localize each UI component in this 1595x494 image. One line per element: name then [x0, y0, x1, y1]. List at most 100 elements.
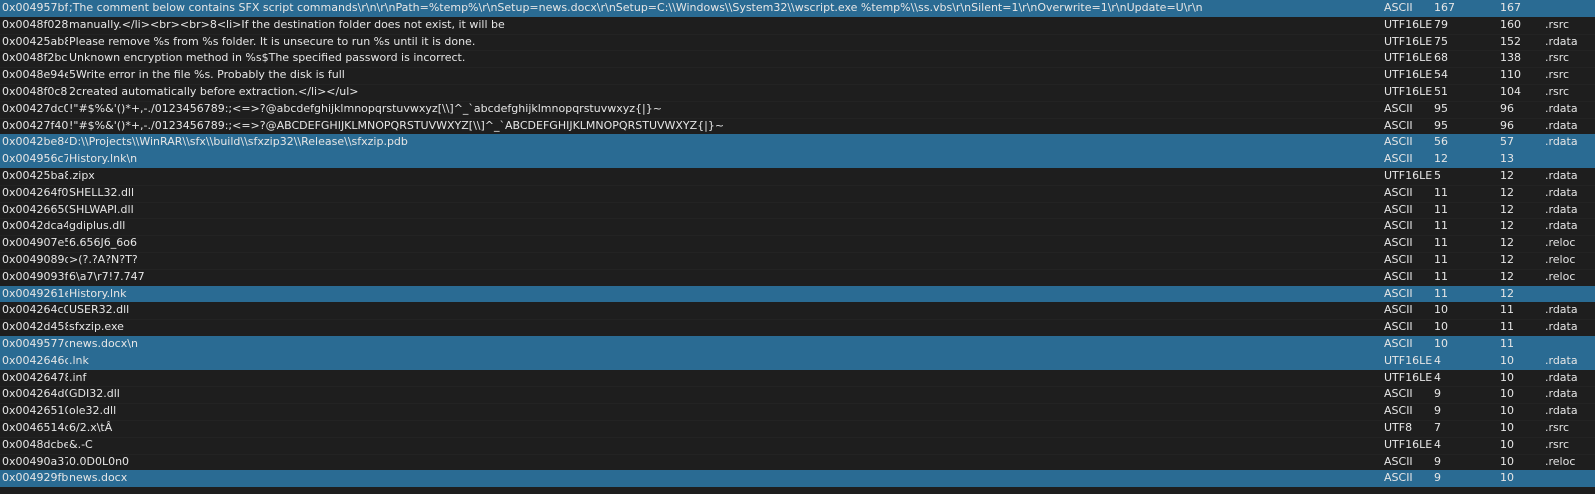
section-cell: .rdata: [1545, 202, 1578, 216]
section-cell: .rdata: [1545, 353, 1578, 367]
section-cell: .rdata: [1545, 320, 1578, 334]
table-row[interactable]: 0x004957bf ;The comment below contains SF…: [0, 0, 1595, 17]
string-cell: History.lnk\n: [69, 152, 138, 166]
length-cell: 11: [1434, 286, 1448, 300]
section-cell: .rsrc: [1545, 17, 1570, 31]
length-cell: 11: [1434, 252, 1448, 266]
address-cell: 0x0049093f: [2, 269, 68, 283]
string-cell: sfxzip.exe: [69, 320, 124, 334]
section-cell: .rdata: [1545, 303, 1578, 317]
length-cell: 75: [1434, 34, 1448, 48]
section-cell: .rdata: [1545, 34, 1578, 48]
string-cell: &.-C: [69, 437, 93, 451]
length-cell: 95: [1434, 101, 1448, 115]
string-cell: .lnk: [69, 353, 89, 367]
table-row[interactable]: 0x00426510 ole32.dll ASCII 9 10 .rdata: [0, 403, 1595, 420]
string-cell: news.docx: [69, 471, 128, 485]
table-row[interactable]: 0x00426478 .inf UTF16LE 4 10 .rdata: [0, 370, 1595, 387]
address-cell: 0x0048f0c8: [2, 84, 68, 98]
string-cell: ole32.dll: [69, 404, 117, 418]
section-cell: .rdata: [1545, 101, 1578, 115]
size-cell: 12: [1500, 252, 1514, 266]
string-cell: ;The comment below contains SFX script c…: [69, 1, 1203, 14]
length-cell: 4: [1434, 370, 1441, 384]
section-cell: .rsrc: [1545, 51, 1570, 65]
table-row[interactable]: 0x0048f2bc Unknown encryption method in %…: [0, 50, 1595, 67]
table-row[interactable]: 0x00426650 SHLWAPI.dll ASCII 11 12 .rdata: [0, 202, 1595, 219]
length-cell: 11: [1434, 269, 1448, 283]
table-row[interactable]: 0x0042dca4 gdiplus.dll ASCII 11 12 .rdata: [0, 218, 1595, 235]
table-row[interactable]: 0x00427dc0 !"#$%&'()*+,-./0123456789:;<=…: [0, 101, 1595, 118]
table-row[interactable]: 0x0049089d >(?.?A?N?T? ASCII 11 12 .reloc: [0, 252, 1595, 269]
size-cell: 10: [1500, 387, 1514, 401]
string-cell: 0.0D0L0n0: [69, 454, 130, 468]
address-cell: 0x004264c0: [2, 303, 68, 317]
section-cell: .rdata: [1545, 118, 1578, 132]
table-row[interactable]: 0x004264d0 GDI32.dll ASCII 9 10 .rdata: [0, 386, 1595, 403]
string-cell: .inf: [69, 370, 87, 384]
size-cell: 96: [1500, 101, 1514, 115]
section-cell: [1545, 336, 1595, 353]
table-row[interactable]: 0x0048f0c8 2created automatically before …: [0, 84, 1595, 101]
address-cell: 0x0042dca4: [2, 219, 68, 233]
size-cell: 160: [1500, 17, 1521, 31]
table-row[interactable]: 0x0042646c .lnk UTF16LE 4 10 .rdata: [0, 352, 1595, 370]
address-cell: 0x0049261e: [2, 286, 68, 300]
string-cell: manually.</li><br><br>8<li>If the destin…: [69, 17, 505, 31]
address-cell: 0x00426478: [2, 370, 68, 384]
size-cell: 12: [1500, 286, 1514, 300]
string-cell: GDI32.dll: [69, 387, 120, 401]
section-cell: .rsrc: [1545, 84, 1570, 98]
string-cell: 5Write error in the file %s. Probably th…: [69, 68, 345, 82]
address-cell: 0x004956c7: [2, 152, 68, 166]
string-cell: USER32.dll: [69, 303, 130, 317]
table-row[interactable]: 0x0042be84 D:\\Projects\\WinRAR\\sfx\\bui…: [0, 134, 1595, 152]
string-cell: SHELL32.dll: [69, 185, 135, 199]
table-row[interactable]: 0x0046514d 6/2.x\tÂ UTF8 7 10 .rsrc: [0, 420, 1595, 437]
table-row[interactable]: 0x00490a37 0.0D0L0n0 ASCII 9 10 .reloc: [0, 454, 1595, 471]
section-cell: [1545, 470, 1595, 487]
table-row[interactable]: 0x0048f028 manually.</li><br><br>8<li>If …: [0, 17, 1595, 34]
length-cell: 4: [1434, 437, 1441, 451]
table-row[interactable]: 0x0049093f 6\a7\r7!7.747 ASCII 11 12 .reloc: [0, 269, 1595, 286]
table-row[interactable]: 0x00425ba8 .zipx UTF16LE 5 12 .rdata: [0, 168, 1595, 185]
address-cell: 0x00425ab8: [2, 34, 68, 48]
string-cell: Unknown encryption method in %s$The spec…: [69, 51, 466, 65]
length-cell: 9: [1434, 387, 1441, 401]
length-cell: 12: [1434, 152, 1448, 166]
length-cell: 11: [1434, 219, 1448, 233]
address-cell: 0x0048f2bc: [2, 51, 68, 65]
length-cell: 11: [1434, 185, 1448, 199]
table-row[interactable]: 0x0048dcbe &.-C UTF16LE 4 10 .rsrc: [0, 437, 1595, 454]
table-row[interactable]: 0x004264c0 USER32.dll ASCII 10 11 .rdata: [0, 302, 1595, 319]
size-cell: 11: [1500, 320, 1514, 334]
length-cell: 9: [1434, 454, 1441, 468]
size-cell: 12: [1500, 219, 1514, 233]
size-cell: 12: [1500, 202, 1514, 216]
table-row[interactable]: 0x00427f40 !"#$%&'()*+,-./0123456789:;<=…: [0, 118, 1595, 135]
length-cell: 10: [1434, 336, 1448, 350]
table-row[interactable]: 0x00425ab8 Please remove %s from %s folde…: [0, 34, 1595, 51]
address-cell: 0x004264f0: [2, 185, 68, 199]
size-cell: 11: [1500, 336, 1514, 350]
address-cell: 0x0042646c: [2, 353, 68, 367]
size-cell: 138: [1500, 51, 1521, 65]
table-row[interactable]: 0x004907e5 6.656J6_6o6 ASCII 11 12 .reloc: [0, 235, 1595, 252]
table-row[interactable]: 0x0049261e History.lnk ASCII 11 12: [0, 285, 1595, 303]
length-cell: 56: [1434, 135, 1448, 149]
length-cell: 54: [1434, 68, 1448, 82]
size-cell: 10: [1500, 437, 1514, 451]
table-row[interactable]: 0x0048e94e 5Write error in the file %s. P…: [0, 67, 1595, 84]
address-cell: 0x004907e5: [2, 236, 68, 250]
length-cell: 9: [1434, 471, 1441, 485]
table-row[interactable]: 0x0042d458 sfxzip.exe ASCII 10 11 .rdata: [0, 319, 1595, 336]
length-cell: 4: [1434, 353, 1441, 367]
address-cell: 0x004957bf: [2, 1, 68, 14]
table-row[interactable]: 0x004264f0 SHELL32.dll ASCII 11 12 .rdata: [0, 185, 1595, 202]
length-cell: 10: [1434, 303, 1448, 317]
table-row[interactable]: 0x004956c7 History.lnk\n ASCII 12 13: [0, 151, 1595, 168]
table-row[interactable]: 0x004929fb news.docx ASCII 9 10: [0, 470, 1595, 488]
section-cell: .rsrc: [1545, 437, 1570, 451]
size-cell: 10: [1500, 420, 1514, 434]
table-row[interactable]: 0x0049577c news.docx\n ASCII 10 11: [0, 335, 1595, 353]
